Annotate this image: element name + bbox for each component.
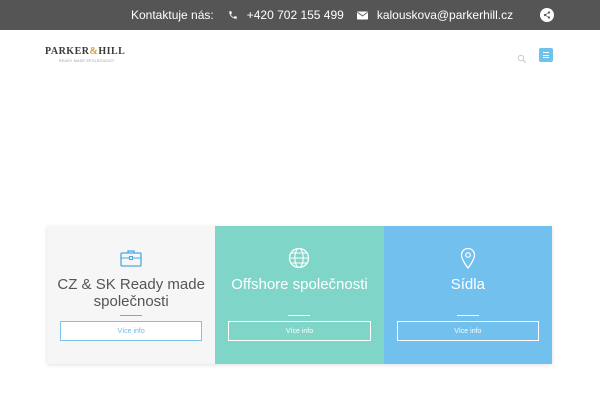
service-card-sidla: Sídla Více info <box>383 226 552 364</box>
envelope-icon <box>356 8 370 22</box>
service-title: Offshore společnosti <box>231 276 368 293</box>
globe-icon <box>287 246 311 270</box>
service-card-ready-made: CZ & SK Ready made společnosti Více info <box>47 226 216 364</box>
parker-hill-logo[interactable]: PARKER&HILL READY MADE SPOLEČNOSTI <box>45 46 126 68</box>
service-title: CZ & SK Ready made společnosti <box>57 276 205 310</box>
menu-icon[interactable] <box>539 48 553 62</box>
map-pin-icon <box>456 246 480 270</box>
service-title: Sídla <box>450 276 485 293</box>
contact-info: Kontaktuje nás: +420 702 155 499 kalousk… <box>131 0 513 30</box>
search-icon[interactable] <box>517 51 529 64</box>
share-icon[interactable] <box>540 8 554 22</box>
service-card-offshore: Offshore společnosti Více info <box>215 226 384 364</box>
email-link[interactable]: kalouskova@parkerhill.cz <box>377 8 513 22</box>
site-header: PARKER&HILL READY MADE SPOLEČNOSTI <box>0 30 600 84</box>
briefcase-icon <box>119 246 143 270</box>
more-info-button[interactable]: Více info <box>60 321 203 341</box>
divider <box>456 315 479 316</box>
logo-tagline: READY MADE SPOLEČNOSTI <box>59 59 115 63</box>
more-info-button[interactable]: Více info <box>396 321 539 341</box>
phone-icon <box>226 8 240 22</box>
divider <box>120 315 143 316</box>
divider <box>288 315 311 316</box>
logo-wordmark: PARKER&HILL <box>45 46 126 57</box>
contact-label: Kontaktuje nás: <box>131 8 214 22</box>
services-cards: CZ & SK Ready made společnosti Více info… <box>47 226 552 364</box>
top-contact-bar: Kontaktuje nás: +420 702 155 499 kalousk… <box>0 0 600 30</box>
more-info-button[interactable]: Více info <box>228 321 371 341</box>
phone-link[interactable]: +420 702 155 499 <box>247 8 344 22</box>
